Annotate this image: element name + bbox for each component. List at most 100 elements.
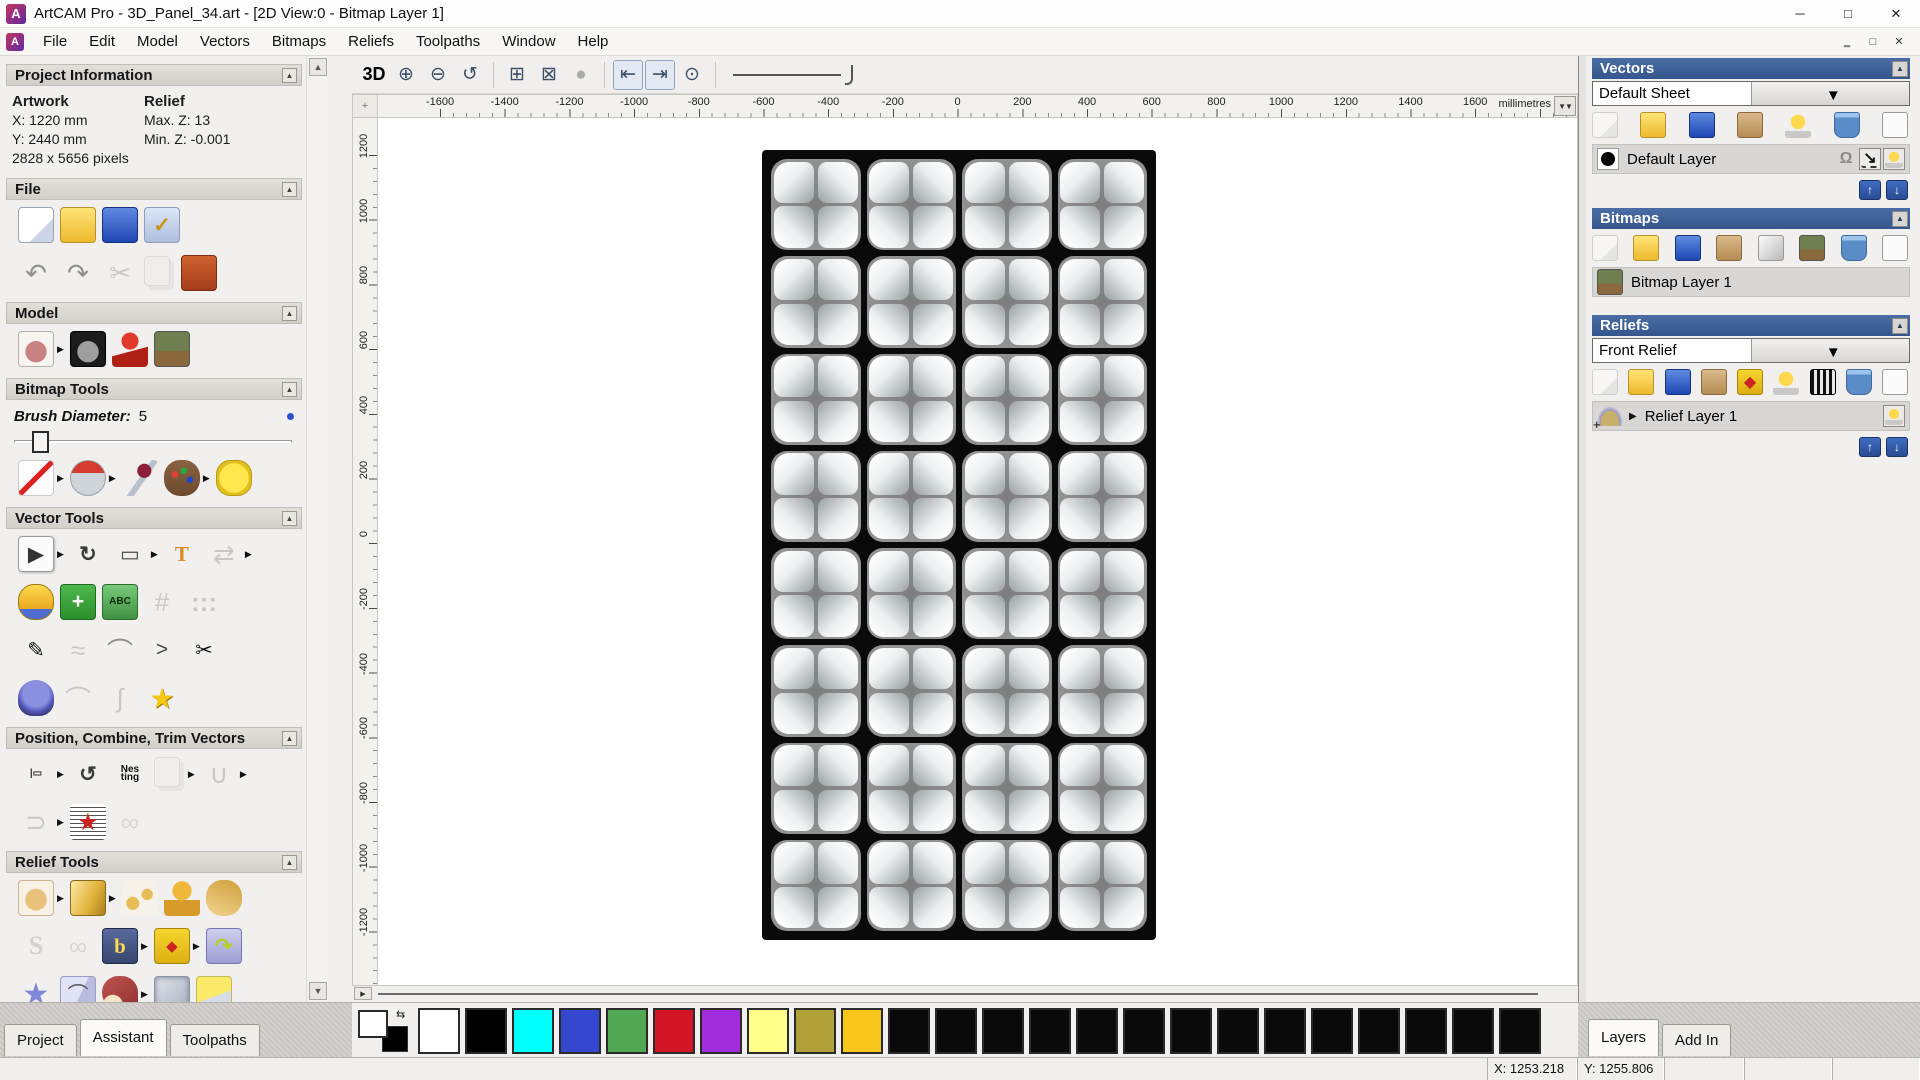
collapse-icon[interactable]: ▲ [282, 182, 297, 197]
bitmap-layer-row[interactable]: Bitmap Layer 1 [1592, 267, 1910, 297]
section-header-model[interactable]: Model ▲ [6, 302, 302, 324]
layer-colour-swatch[interactable] [1597, 148, 1619, 170]
section-header-project-information[interactable]: Project Information ▲ [6, 64, 302, 86]
palette-swatch-12[interactable] [982, 1008, 1024, 1054]
create-polyline-icon[interactable]: ✎ [18, 632, 54, 668]
vector-texture-icon[interactable]: ★ [70, 804, 106, 840]
palette-swatch-5[interactable] [653, 1008, 695, 1054]
section-header-vector-tools[interactable]: Vector Tools ▲ [6, 507, 302, 529]
create-arc-icon[interactable]: ⌒ [102, 632, 138, 668]
fillet-curve-icon[interactable]: ⌒ [60, 680, 96, 716]
paste-text-icon[interactable]: ABC [102, 584, 138, 620]
colour-palette-icon[interactable]: ▶ [164, 460, 210, 496]
collapse-icon[interactable]: ▲ [1892, 211, 1908, 227]
all-layers-on-icon[interactable] [1882, 112, 1908, 138]
vector-layer-row[interactable]: Default Layer Ω ↘ [1592, 144, 1910, 174]
block-paste-icon[interactable]: ::: [186, 584, 222, 620]
section-header-file[interactable]: File ▲ [6, 178, 302, 200]
emboss-relief-icon[interactable] [154, 976, 190, 1002]
brush-diameter-slider[interactable] [14, 431, 292, 451]
tab-toolpaths[interactable]: Toolpaths [170, 1024, 260, 1056]
scroll-up-icon[interactable]: ▲ [309, 58, 327, 76]
toggle-layers-panel-button[interactable]: ⇥ [645, 60, 675, 90]
paste-relief-icon[interactable] [196, 976, 232, 1002]
tab-layers[interactable]: Layers [1588, 1019, 1659, 1056]
paint-selective-icon[interactable] [216, 460, 252, 496]
child-minimize-button[interactable]: ‗ [1834, 32, 1860, 52]
create-plane-icon[interactable]: ▶ [70, 880, 116, 916]
palette-swatch-9[interactable] [841, 1008, 883, 1054]
palette-swatch-16[interactable] [1170, 1008, 1212, 1054]
flyout-arrow-icon[interactable]: ▶ [109, 473, 116, 484]
offset-vector-icon[interactable]: ∫ [102, 680, 138, 716]
select-vectors-icon[interactable]: ▶▶ [18, 536, 64, 572]
cut-icon[interactable]: ✂ [102, 255, 138, 291]
collapse-icon[interactable]: ▲ [1892, 61, 1908, 77]
flyout-arrow-icon[interactable]: ▶ [57, 769, 64, 780]
paint-icon[interactable]: ▶ [18, 460, 64, 496]
flyout-arrow-icon[interactable]: ▶ [57, 817, 64, 828]
relief-bulb-icon[interactable] [1773, 369, 1799, 395]
open-vector-layer-icon[interactable] [1640, 112, 1666, 138]
greyscale-view-icon[interactable] [1810, 369, 1836, 395]
smooth-relief-icon[interactable]: S [18, 928, 54, 964]
zoom-in-button[interactable]: ⊕ [391, 60, 421, 90]
section-header-position-combine-trim[interactable]: Position, Combine, Trim Vectors ▲ [6, 727, 302, 749]
flyout-arrow-icon[interactable]: ▶ [188, 769, 195, 780]
greyscale-preview-icon[interactable]: ▶ [18, 331, 64, 367]
new-relief-layer-icon[interactable] [1592, 369, 1618, 395]
link-colours-icon[interactable]: ⇆ [396, 1008, 405, 1021]
merge-relief-layers-icon[interactable] [1701, 369, 1727, 395]
palette-swatch-6[interactable] [700, 1008, 742, 1054]
flood-fill-icon[interactable]: ▶ [70, 460, 116, 496]
extrude-icon[interactable] [164, 880, 200, 916]
paste-icon[interactable] [181, 255, 217, 291]
menu-item-toolpaths[interactable]: Toolpaths [405, 29, 491, 54]
undo-icon[interactable]: ↶ [18, 255, 54, 291]
zoom-selection-button[interactable]: ⊠ [534, 60, 564, 90]
close-button[interactable]: ✕ [1872, 0, 1920, 28]
wrap-relief-icon[interactable]: ⌒ [60, 976, 96, 1002]
flyout-arrow-icon[interactable]: ▶ [245, 549, 252, 560]
horizontal-scrollbar[interactable]: ▶ [352, 986, 1578, 1002]
text-on-curve-icon[interactable]: ↺ [70, 756, 106, 792]
group-vectors-icon[interactable]: ▶ [154, 757, 195, 791]
combine-relief-icon[interactable]: ◆ [1737, 369, 1763, 395]
palette-swatch-8[interactable] [794, 1008, 836, 1054]
minimize-button[interactable]: ─ [1776, 0, 1824, 28]
collapse-icon[interactable]: ▲ [282, 855, 297, 870]
nesting-icon[interactable]: Nes ting [112, 756, 148, 792]
merge-bitmap-layers-icon[interactable] [1716, 235, 1742, 261]
flyout-arrow-icon[interactable]: ▶ [57, 893, 64, 904]
palette-swatch-13[interactable] [1029, 1008, 1071, 1054]
save-relief-layer-icon[interactable] [1665, 369, 1691, 395]
palette-swatch-23[interactable] [1499, 1008, 1541, 1054]
view-3d-button[interactable]: 3D [359, 60, 389, 90]
panel-artwork[interactable] [762, 150, 1156, 940]
interlock-vectors-icon[interactable]: ∞ [112, 804, 148, 840]
menu-item-window[interactable]: Window [491, 29, 566, 54]
relief-from-image-icon[interactable]: b▶ [102, 928, 148, 964]
toggle-layer-bulb-icon[interactable] [1785, 112, 1811, 138]
chevron-down-icon[interactable]: ▼ [1751, 82, 1910, 105]
tab-add-in[interactable]: Add In [1662, 1024, 1731, 1056]
flyout-arrow-icon[interactable]: ▶ [240, 769, 247, 780]
save-vector-layer-icon[interactable] [1689, 112, 1715, 138]
sculpt-icon[interactable]: ▶ [102, 976, 148, 1002]
save-bitmap-layer-icon[interactable] [1675, 235, 1701, 261]
palette-swatch-4[interactable] [606, 1008, 648, 1054]
primary-colour-swatch[interactable] [358, 1010, 388, 1038]
save-model-icon[interactable] [102, 207, 138, 243]
open-relief-layer-icon[interactable] [1628, 369, 1654, 395]
scroll-right-icon[interactable]: ▶ [354, 987, 372, 1000]
assistant-scrollbar[interactable]: ▲ ▼ [306, 56, 328, 1002]
align-vectors-icon[interactable]: |▭▶ [18, 756, 64, 792]
menu-item-reliefs[interactable]: Reliefs [337, 29, 405, 54]
tab-project[interactable]: Project [4, 1024, 77, 1056]
spin-icon[interactable] [206, 880, 242, 916]
mirror-vectors-icon[interactable]: ⇄▶ [206, 536, 252, 572]
zoom-previous-button[interactable]: ↺ [455, 60, 485, 90]
menu-item-model[interactable]: Model [126, 29, 189, 54]
menu-item-help[interactable]: Help [567, 29, 620, 54]
section-header-relief-tools[interactable]: Relief Tools ▲ [6, 851, 302, 873]
